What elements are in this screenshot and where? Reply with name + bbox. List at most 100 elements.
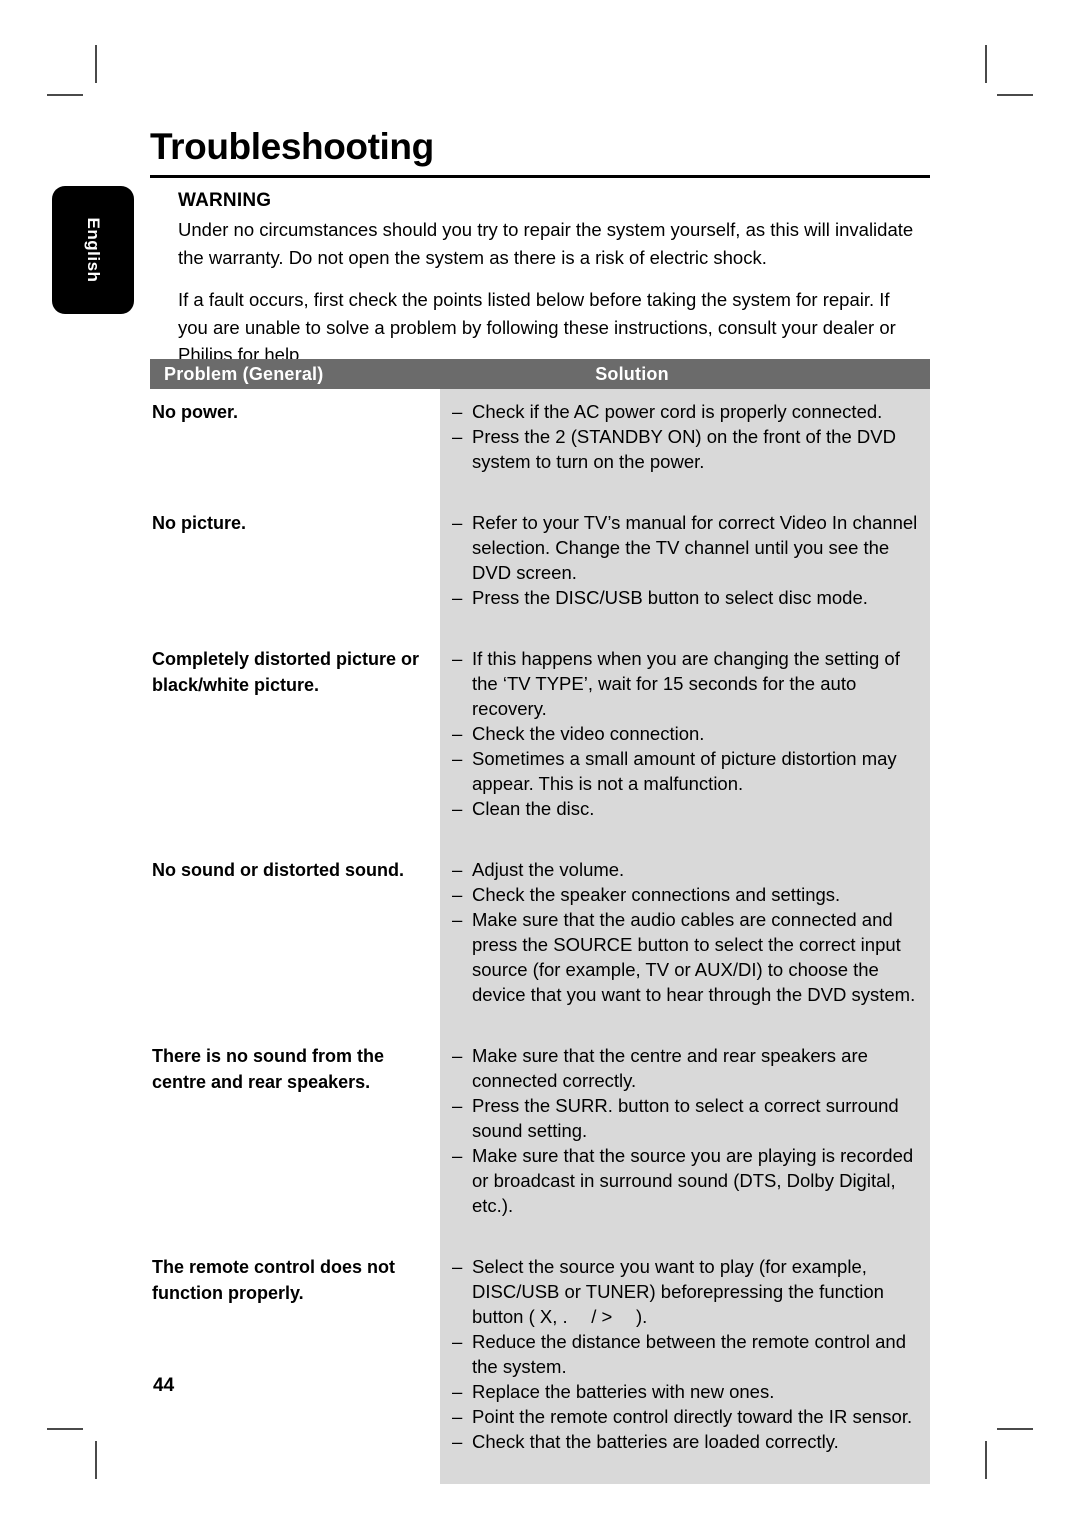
problem-cell: No power. <box>150 389 440 474</box>
problem-cell: The remote control does not function pro… <box>150 1244 440 1454</box>
bullet-dash-icon: – <box>452 512 463 533</box>
bullet-dash-icon: – <box>452 648 463 669</box>
solution-item: – Press the SURR. button to select a corr… <box>452 1093 918 1143</box>
solution-item: – Make sure that the centre and rear spea… <box>452 1043 918 1093</box>
bullet-dash-icon: – <box>452 859 463 880</box>
solution-cell: – Make sure that the centre and rear spea… <box>440 1033 930 1218</box>
bullet-dash-icon: – <box>452 798 463 819</box>
page-title: Troubleshooting <box>150 126 434 167</box>
table-row-spacer <box>150 821 930 847</box>
solution-item: – Press the 2 (STANDBY ON) on the front o… <box>452 424 918 474</box>
language-tab-label: English <box>84 217 103 283</box>
problem-cell: There is no sound from the centre and re… <box>150 1033 440 1218</box>
row-spacer-right <box>440 821 930 847</box>
bullet-dash-icon: – <box>452 1256 463 1277</box>
row-spacer-left <box>150 474 440 500</box>
troubleshooting-table: Problem (General) Solution No power. – Che… <box>150 359 930 1484</box>
problem-cell: No sound or distorted sound. <box>150 847 440 1007</box>
row-spacer-right <box>440 1007 930 1033</box>
table-row-spacer <box>150 1007 930 1033</box>
row-spacer-left <box>150 821 440 847</box>
solution-item: – Clean the disc. <box>452 796 918 821</box>
solution-text: Clean the disc. <box>472 798 595 819</box>
solution-text: Point the remote control directly toward… <box>472 1406 913 1427</box>
row-spacer-right <box>440 1218 930 1244</box>
solution-text: Replace the batteries with new ones. <box>472 1381 775 1402</box>
solution-text: Check the speaker connections and settin… <box>472 884 841 905</box>
bullet-dash-icon: – <box>452 1406 463 1427</box>
problem-cell: Completely distorted picture or black/wh… <box>150 636 440 821</box>
solution-text: Check that the batteries are loaded corr… <box>472 1431 839 1452</box>
crop-mark-top-left-horizontal <box>47 94 83 96</box>
page-number: 44 <box>153 1375 175 1396</box>
solution-item: – Select the source you want to play (for… <box>452 1254 918 1329</box>
solution-item: – Replace the batteries with new ones. <box>452 1379 918 1404</box>
row-spacer-left <box>150 1454 440 1484</box>
row-spacer-left <box>150 1218 440 1244</box>
warning-block: WARNING Under no circumstances should yo… <box>178 190 923 369</box>
bullet-dash-icon: – <box>452 1145 463 1166</box>
solution-item: – Press the DISC/USB button to select dis… <box>452 585 918 610</box>
solution-text: Reduce the distance between the remote c… <box>472 1331 907 1377</box>
bullet-dash-icon: – <box>452 1045 463 1066</box>
table-row: There is no sound from the centre and re… <box>150 1033 930 1218</box>
solution-item: – If this happens when you are changing t… <box>452 646 918 721</box>
solution-text: Adjust the volume. <box>472 859 625 880</box>
table-row: No picture. – Refer to your TV’s manual fo… <box>150 500 930 610</box>
table-header-solution: Solution <box>595 364 669 384</box>
solution-item: – Check the speaker connections and setti… <box>452 882 918 907</box>
solution-item: – Make sure that the audio cables are con… <box>452 907 918 1007</box>
crop-mark-bottom-right-horizontal <box>997 1428 1033 1430</box>
solution-item: – Check if the AC power cord is properly … <box>452 399 918 424</box>
table-row: No power. – Check if the AC power cord is … <box>150 389 930 474</box>
warning-paragraph: Under no circumstances should you try to… <box>178 219 914 268</box>
solution-cell: – Refer to your TV’s manual for correct V… <box>440 500 930 610</box>
solution-item: – Check that the batteries are loaded cor… <box>452 1429 918 1454</box>
table-row-spacer <box>150 610 930 636</box>
solution-cell: – Adjust the volume. – Check the speaker co… <box>440 847 930 1007</box>
solution-text: Select the source you want to play (for … <box>472 1256 884 1327</box>
row-spacer-left <box>150 1007 440 1033</box>
solution-item: – Sometimes a small amount of picture dis… <box>452 746 918 796</box>
row-spacer-left <box>150 610 440 636</box>
solution-text: Press the DISC/USB button to select disc… <box>472 587 868 608</box>
crop-mark-bottom-right-vertical <box>985 1441 987 1479</box>
solution-text: Refer to your TV’s manual for correct Vi… <box>472 512 918 583</box>
solution-cell: – Check if the AC power cord is properly … <box>440 389 930 474</box>
table-row-spacer <box>150 1218 930 1244</box>
crop-mark-bottom-left-vertical <box>95 1441 97 1479</box>
bullet-dash-icon: – <box>452 723 463 744</box>
table-row-spacer <box>150 1454 930 1484</box>
warning-heading: WARNING <box>178 190 272 211</box>
bullet-dash-icon: – <box>452 401 463 422</box>
crop-mark-top-left-vertical <box>95 45 97 83</box>
table-row: Completely distorted picture or black/wh… <box>150 636 930 821</box>
solution-item: – Make sure that the source you are playi… <box>452 1143 918 1218</box>
bullet-dash-icon: – <box>452 587 463 608</box>
solution-item: – Point the remote control directly towar… <box>452 1404 918 1429</box>
row-spacer-right <box>440 1454 930 1484</box>
crop-mark-bottom-left-horizontal <box>47 1428 83 1430</box>
solution-item: – Check the video connection. <box>452 721 918 746</box>
solution-text: Press the SURR. button to select a corre… <box>472 1095 899 1141</box>
bullet-dash-icon: – <box>452 1431 463 1452</box>
solution-text: Sometimes a small amount of picture dist… <box>472 748 897 794</box>
bullet-dash-icon: – <box>452 426 463 447</box>
solution-text: Make sure that the audio cables are conn… <box>472 909 916 1005</box>
solution-item: – Refer to your TV’s manual for correct V… <box>452 510 918 585</box>
solution-text: Make sure that the centre and rear speak… <box>472 1045 868 1091</box>
table-row: No sound or distorted sound. – Adjust the … <box>150 847 930 1007</box>
bullet-dash-icon: – <box>452 884 463 905</box>
solution-text: If this happens when you are changing th… <box>472 648 900 719</box>
row-spacer-right <box>440 474 930 500</box>
language-tab: English <box>52 186 134 314</box>
crop-mark-top-right-vertical <box>985 45 987 83</box>
title-rule <box>150 175 930 178</box>
bullet-dash-icon: – <box>452 1381 463 1402</box>
bullet-dash-icon: – <box>452 1095 463 1116</box>
solution-text: Check if the AC power cord is properly c… <box>472 401 883 422</box>
solution-text: Make sure that the source you are playin… <box>472 1145 914 1216</box>
table-body: No power. – Check if the AC power cord is … <box>150 389 930 1484</box>
row-spacer-right <box>440 610 930 636</box>
table-row: The remote control does not function pro… <box>150 1244 930 1454</box>
